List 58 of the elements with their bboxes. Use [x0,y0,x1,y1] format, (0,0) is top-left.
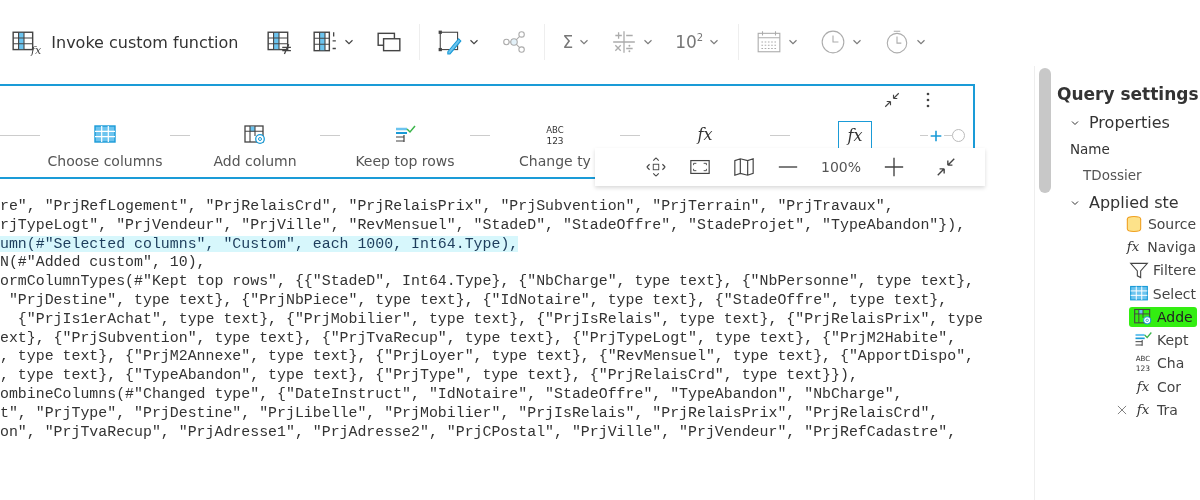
fx-icon: fx [843,123,867,148]
code-line: "PrjDestine", type text}, {"PrjNbPiece", type text}, {"IdNotaire", type text}, {"StadeOffre", type text}, [7,292,948,308]
table-gear-icon [243,123,267,147]
applied-step[interactable]: Kept [1129,330,1193,351]
applied-step[interactable]: Source [1119,213,1200,234]
name-field[interactable]: TDossier [1083,167,1142,183]
map-icon[interactable] [733,156,755,178]
arithmetic-icon [611,29,638,55]
applied-step[interactable]: Adde [1129,306,1197,327]
step-label[interactable]: Keep top rows [355,153,455,169]
collapse-icon[interactable] [883,91,901,109]
move-arrows-icon[interactable] [645,156,667,178]
fx-icon: fx [1123,236,1144,257]
code-line: t", "PrjType", "PrjDestine", "PrjLibelle", "PrjMobilier", "PrjIsRelais", "PrjRelaisPrix", "PrjRelaisCrd", [0,404,939,421]
table-not-equal-icon [266,29,293,55]
clock-icon [820,29,847,55]
applied-step[interactable]: Filtere [1125,260,1200,281]
field-label: Name [1070,141,1111,157]
section-header[interactable]: Properties [1069,113,1170,132]
network-icon [501,29,528,55]
fx-icon: fx [1133,376,1153,397]
code-line: N(#"Added custom", 10), [0,254,206,271]
code-line: ext}, {"PrjSubvention", type text}, {"PrjTvaRecup", type text}, {"PrjTypeLogt", type text}, {"PrjM2Habite", [0,329,957,346]
code-line: {"PrjIs1erAchat", type text}, {"PrjMobilier", type text}, {"PrjIsRelais", type text}, {"PrjRelaisPrix", type [16,310,983,327]
code-line: , type text}, {"PrjM2Annexe", type text}, {"PrjLoyer", type text}, {"RevMensuel", type text}, {"ApportDispo", [0,348,974,365]
fx-icon: fx [1133,400,1153,420]
code-line: re", "PrjRefLogement", "PrjRelaisCrd", "PrjRelaisPrix", "PrjSubvention", "PrjTerrain", "PrjTravaux", [0,198,894,214]
calendar-icon [756,29,783,55]
code-line: ormColumnTypes(#"Kept top rows", {{"StadeD", Int64.Type}, {"NbCharge", type text}, {"NbPersonne", type text}, [0,273,974,290]
step-node[interactable]: fx [688,121,722,149]
applied-step[interactable]: fx Cor [1129,376,1186,397]
applied-step[interactable]: fx Naviga [1119,236,1200,257]
applied-step[interactable]: Select [1124,283,1200,304]
fx-icon: fx [31,43,42,57]
step-label[interactable]: Choose columns [47,153,163,169]
code-line: on", "PrjTvaRecup", "PrjAdresse1", "PrjAdresse2", "PrjCPostal", "PrjVille", "PrjVendeur", "PrjRefCadastre", [0,423,957,440]
scrollbar[interactable] [1039,68,1051,193]
step-label[interactable]: Change ty [519,153,591,169]
applied-step[interactable]: fx Tra [1129,400,1182,420]
step-node[interactable]: ABC 123 [538,121,572,149]
frame-pencil-icon [437,29,464,55]
power-icon: 10$^{2}$ [675,32,704,52]
fx-icon: fx [693,123,717,147]
code-line: , type text}, {"TypeAbandon", type text}, {"PrjType", type text}, {"PrjRelaisCrd", type text}}), [0,367,858,384]
delete-icon[interactable] [1115,403,1129,417]
zoom-level: 100% [821,159,862,175]
section-header[interactable]: Applied ste [1069,193,1179,212]
table-gear-icon [1133,306,1153,327]
panel-title: Query settings [1057,84,1200,104]
invoke-custom-function-button[interactable]: fx Invoke custom function [8,24,250,60]
add-step-icon[interactable] [928,128,944,144]
filter-icon [1129,260,1149,281]
step-label[interactable]: Add column [213,153,297,169]
abc-123-icon: ABC 123 [543,123,567,147]
zoom-in-icon[interactable] [883,156,906,178]
sigma-icon: Σ [562,32,574,52]
code-line: rjTypeLogt", "PrjVendeur", "PrjVille", "RevMensuel", "StadeD", "StadeOffre", "StadeProjet", "TypeAbandon"}), [0,216,966,233]
code-line: ombineColumns(#"Changed type", {"DateInstruct", "IdNotaire", "StadeOffre", "TypeAbandon", "NbCharge", [0,385,903,402]
